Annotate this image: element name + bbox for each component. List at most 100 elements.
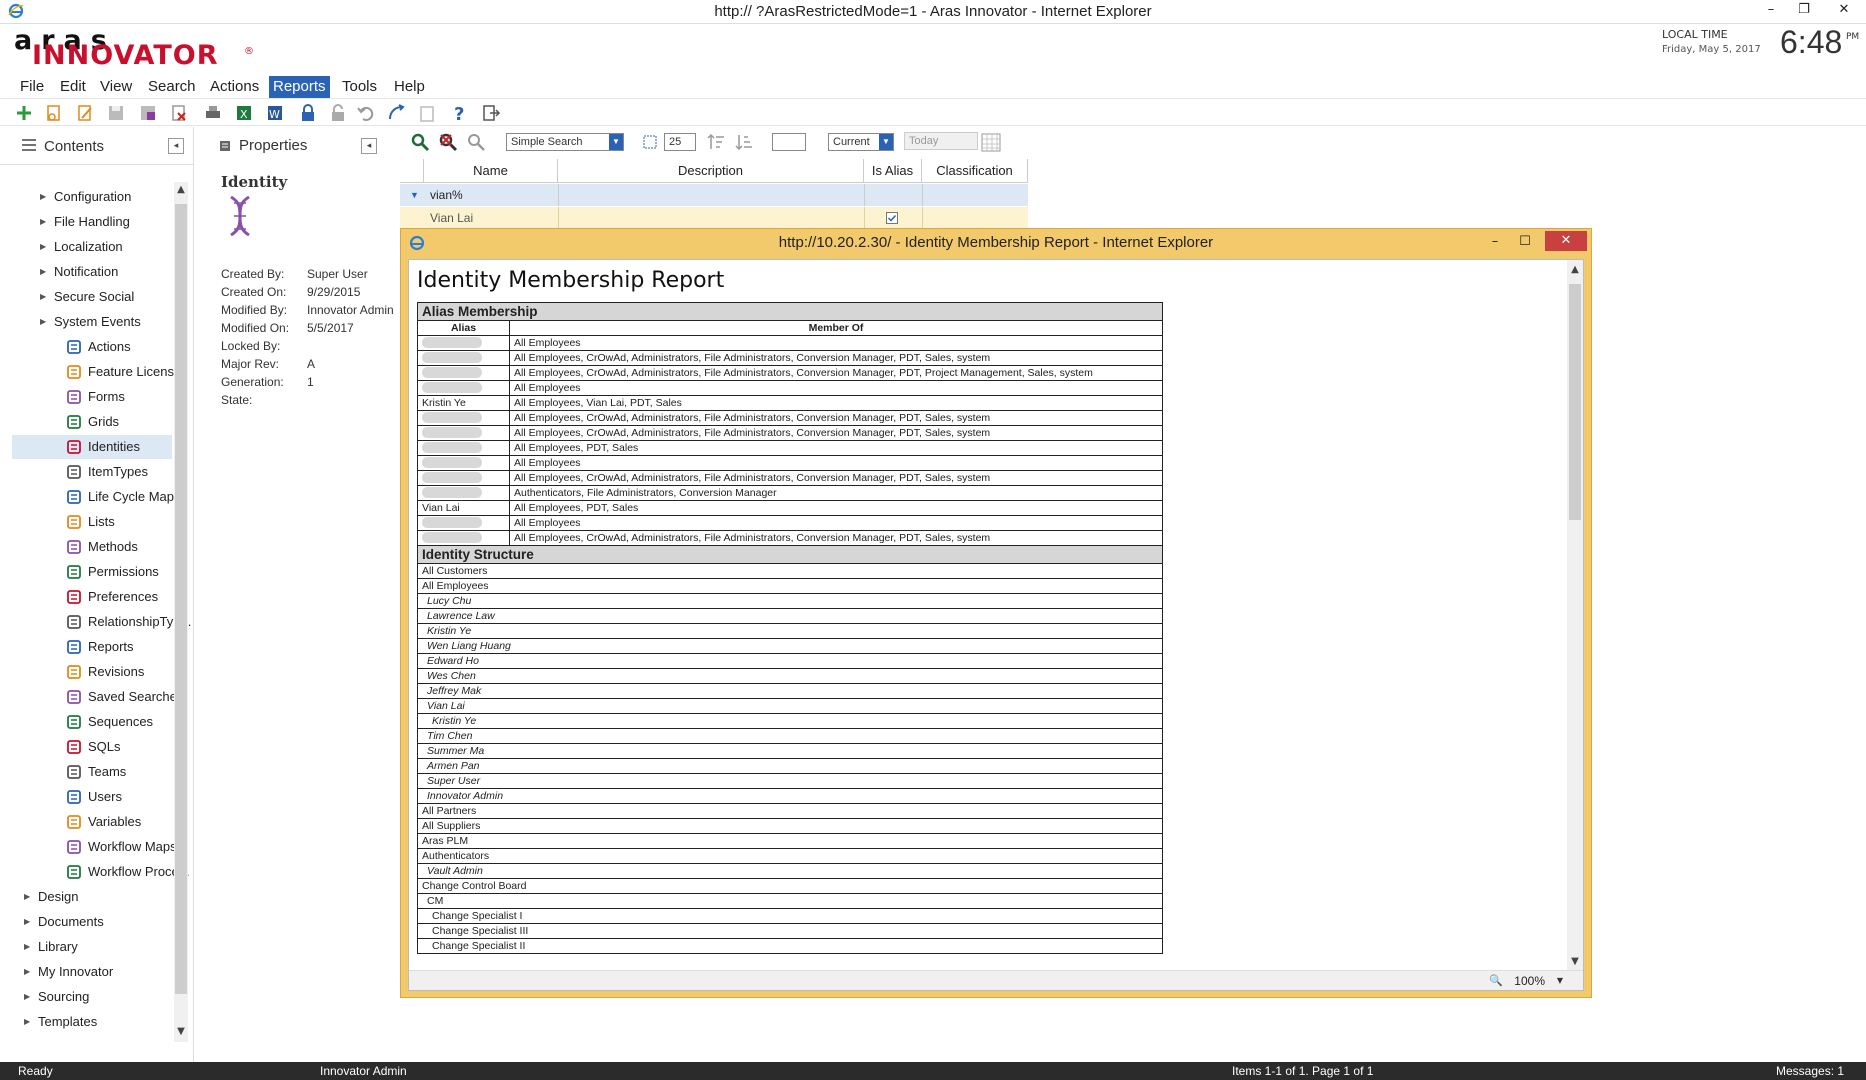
- open-item-icon[interactable]: [44, 103, 64, 123]
- popup-maximize-button[interactable]: ☐: [1511, 231, 1539, 253]
- chevron-right-icon[interactable]: ▶: [24, 910, 30, 934]
- zoom-icon[interactable]: 🔍: [1489, 974, 1503, 987]
- tree-item-library[interactable]: ▶ Library: [0, 935, 172, 959]
- saved-search-icon[interactable]: [466, 132, 486, 152]
- undo-icon[interactable]: [356, 103, 376, 123]
- tree-item-sequences[interactable]: Sequences: [12, 710, 172, 734]
- tree-item-feature-licenses[interactable]: Feature Licenses: [12, 360, 188, 384]
- date-input[interactable]: Today: [904, 132, 978, 150]
- logout-icon[interactable]: [481, 103, 501, 123]
- tree-item-configuration[interactable]: ▶ Configuration: [12, 185, 172, 209]
- scroll-up-icon[interactable]: ▲: [1567, 264, 1583, 280]
- tree-item-teams[interactable]: Teams: [12, 760, 172, 784]
- delete-icon[interactable]: [169, 103, 189, 123]
- tree-item-methods[interactable]: Methods: [12, 535, 172, 559]
- calendar-icon[interactable]: [980, 131, 1002, 153]
- unlock-icon[interactable]: [328, 103, 348, 123]
- scrollbar-thumb[interactable]: [175, 204, 187, 994]
- tree-item-identities[interactable]: Identities: [12, 435, 172, 459]
- tree-item-localization[interactable]: ▶ Localization: [12, 235, 172, 259]
- lock-icon[interactable]: [298, 103, 318, 123]
- max-records-input[interactable]: [772, 133, 806, 151]
- tree-item-relationshiptyp[interactable]: RelationshipTyp...: [12, 610, 191, 634]
- tree-item-reports[interactable]: Reports: [12, 635, 172, 659]
- tree-item-saved-searches[interactable]: Saved Searches: [12, 685, 183, 709]
- tree-item-itemtypes[interactable]: ItemTypes: [12, 460, 172, 484]
- collapse-properties-button[interactable]: ◂: [361, 138, 377, 154]
- minimize-button[interactable]: –: [1755, 0, 1787, 22]
- new-item-icon[interactable]: [14, 103, 34, 123]
- chevron-right-icon[interactable]: ▶: [40, 285, 46, 309]
- help-icon[interactable]: ?: [449, 103, 469, 123]
- menu-tools[interactable]: Tools: [338, 76, 381, 98]
- tree-item-sqls[interactable]: SQLs: [12, 735, 172, 759]
- tree-item-system-events[interactable]: ▶ System Events: [12, 310, 172, 334]
- tree-item-secure-social[interactable]: ▶ Secure Social: [12, 285, 172, 309]
- report-scrollbar[interactable]: ▲ ▼: [1567, 260, 1583, 972]
- edit-item-icon[interactable]: [75, 103, 95, 123]
- menu-view[interactable]: View: [96, 76, 136, 98]
- menu-edit[interactable]: Edit: [56, 76, 90, 98]
- print-icon[interactable]: [203, 103, 223, 123]
- paste-icon[interactable]: [417, 103, 437, 123]
- column-header-description[interactable]: Description: [558, 159, 864, 183]
- tree-item-variables[interactable]: Variables: [12, 810, 172, 834]
- zoom-level[interactable]: 100%: [1514, 974, 1545, 988]
- chevron-right-icon[interactable]: ▶: [40, 185, 46, 209]
- chevron-right-icon[interactable]: ▶: [40, 210, 46, 234]
- clear-search-icon[interactable]: [438, 132, 458, 152]
- menu-icon[interactable]: [22, 139, 36, 151]
- zoom-dropdown-icon[interactable]: ▼: [1557, 976, 1563, 985]
- tree-item-design[interactable]: ▶ Design: [0, 885, 172, 909]
- tree-item-life-cycle-maps[interactable]: Life Cycle Maps: [12, 485, 180, 509]
- checkbox-checked-icon[interactable]: [886, 212, 898, 224]
- excel-icon[interactable]: X: [234, 103, 254, 123]
- tree-item-documents[interactable]: ▶ Documents: [0, 910, 172, 934]
- status-messages[interactable]: Messages: 1: [1776, 1062, 1844, 1080]
- tree-item-forms[interactable]: Forms: [12, 385, 172, 409]
- save-close-icon[interactable]: [138, 103, 158, 123]
- version-select[interactable]: Current ▼: [828, 133, 894, 151]
- tree-item-permissions[interactable]: Permissions: [12, 560, 172, 584]
- tree-item-workflow-proce[interactable]: Workflow Proce...: [12, 860, 190, 884]
- tree-item-workflow-maps[interactable]: Workflow Maps: [12, 835, 177, 859]
- tree-item-revisions[interactable]: Revisions: [12, 660, 172, 684]
- word-icon[interactable]: W: [265, 103, 285, 123]
- chevron-right-icon[interactable]: ▶: [24, 885, 30, 909]
- column-header-classification[interactable]: Classification: [922, 159, 1028, 183]
- menu-help[interactable]: Help: [390, 76, 429, 98]
- run-search-icon[interactable]: [410, 132, 430, 152]
- tree-item-preferences[interactable]: Preferences: [12, 585, 172, 609]
- tree-item-lists[interactable]: Lists: [12, 510, 172, 534]
- popup-close-button[interactable]: ✕: [1545, 231, 1587, 251]
- tree-item-sourcing[interactable]: ▶ Sourcing: [0, 985, 172, 1009]
- chevron-right-icon[interactable]: ▶: [24, 1010, 30, 1034]
- menu-actions[interactable]: Actions: [206, 76, 263, 98]
- chevron-right-icon[interactable]: ▶: [40, 260, 46, 284]
- tree-item-users[interactable]: Users: [12, 785, 172, 809]
- sort-descending-icon[interactable]: [734, 132, 754, 152]
- chevron-right-icon[interactable]: ▶: [40, 310, 46, 334]
- chevron-right-icon[interactable]: ▶: [24, 960, 30, 984]
- tree-item-actions[interactable]: Actions: [12, 335, 172, 359]
- column-header-name[interactable]: Name: [424, 159, 558, 183]
- column-header-is-alias[interactable]: Is Alias: [864, 159, 922, 183]
- table-row[interactable]: Vian Lai: [400, 207, 1028, 229]
- promote-icon[interactable]: [386, 103, 406, 123]
- tree-item-notification[interactable]: ▶ Notification: [12, 260, 172, 284]
- restore-button[interactable]: ❐: [1788, 0, 1820, 22]
- collapse-contents-button[interactable]: ◂: [168, 138, 184, 154]
- tree-item-my-innovator[interactable]: ▶ My Innovator: [0, 960, 172, 984]
- menu-reports[interactable]: Reports: [269, 76, 330, 98]
- menu-file[interactable]: File: [16, 76, 48, 98]
- filter-row[interactable]: ▼ vian%: [400, 184, 1028, 206]
- chevron-right-icon[interactable]: ▶: [24, 985, 30, 1009]
- tree-item-grids[interactable]: Grids: [12, 410, 172, 434]
- scroll-up-icon[interactable]: ▲: [174, 184, 188, 200]
- tree-item-file-handling[interactable]: ▶ File Handling: [12, 210, 172, 234]
- chevron-right-icon[interactable]: ▶: [24, 935, 30, 959]
- scroll-down-icon[interactable]: ▼: [174, 1026, 188, 1042]
- page-size-input[interactable]: 25: [664, 133, 696, 151]
- search-mode-select[interactable]: Simple Search ▼: [506, 133, 624, 151]
- filter-name-input[interactable]: vian%: [430, 184, 463, 206]
